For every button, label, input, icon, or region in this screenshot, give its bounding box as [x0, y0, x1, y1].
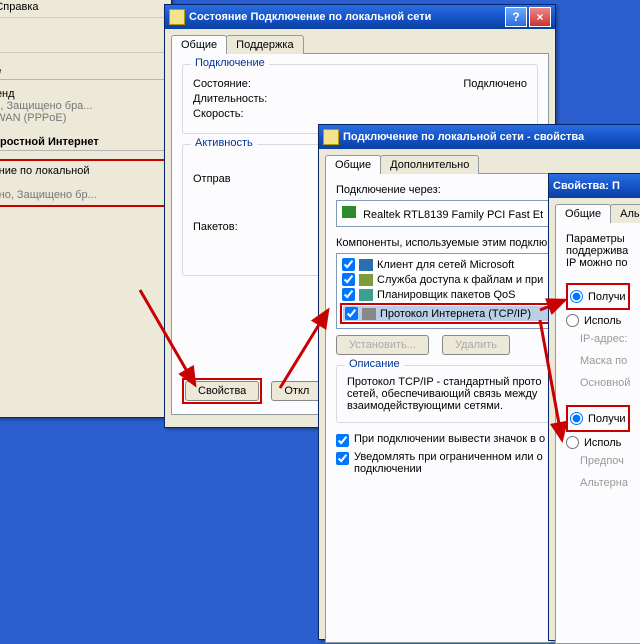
label-gateway: Основной	[580, 377, 640, 389]
checkbox[interactable]	[336, 452, 349, 465]
radio-auto-dns-highlight: Получи	[566, 405, 630, 432]
connection-item-lan[interactable]: дключение по локальной ти дключено, Защи…	[0, 165, 161, 201]
nic-icon	[342, 206, 356, 218]
component-label: Планировщик пакетов QoS	[377, 289, 516, 301]
item-device: нипорт WAN (PPPoE)	[0, 112, 165, 124]
item-status: ключено, Защищено бра...	[0, 100, 165, 112]
titlebar: Подключение по локальной сети - свойства	[319, 125, 640, 149]
radio-use-ip[interactable]: Исполь	[566, 314, 640, 327]
window-title: Подключение по локальной сети - свойства	[343, 131, 584, 143]
checkbox[interactable]	[342, 258, 355, 271]
share-icon	[359, 274, 373, 286]
menu-item-help[interactable]: Справка	[0, 1, 39, 13]
item-name-2: ти	[0, 177, 161, 189]
label-speed: Скорость:	[193, 108, 527, 120]
radio-use-dns[interactable]: Исполь	[566, 436, 640, 449]
connection-item[interactable]: байл тренд ключено, Защищено бра... нипо…	[0, 88, 165, 124]
checkbox[interactable]	[345, 307, 358, 320]
label-alt-dns: Альтерна	[580, 477, 640, 489]
tabstrip: Общие Аль	[549, 198, 640, 223]
item-name: дключение по локальной	[0, 165, 161, 177]
tab-support[interactable]: Поддержка	[226, 35, 303, 54]
radio-label: Получи	[588, 413, 626, 425]
group-label: Описание	[345, 358, 404, 370]
divider	[0, 79, 165, 80]
client-icon	[359, 259, 373, 271]
section-header: ростное	[0, 65, 165, 77]
radio[interactable]	[570, 290, 583, 303]
component-label: Клиент для сетей Microsoft	[377, 259, 514, 271]
install-button[interactable]: Установить...	[336, 335, 429, 355]
connection-item-lan-highlight: дключение по локальной ти дключено, Защи…	[0, 159, 167, 207]
label-state: Состояние:	[193, 78, 463, 90]
radio[interactable]	[570, 412, 583, 425]
group-label: Активность	[191, 137, 257, 149]
protocol-icon	[362, 308, 376, 320]
section-header-highspeed: сокоскоростной Интернет	[0, 136, 165, 148]
radio-auto-ip-highlight: Получи	[566, 283, 630, 310]
titlebar: Состояние Подключение по локальной сети …	[165, 5, 555, 29]
radio[interactable]	[566, 436, 579, 449]
titlebar: Свойства: П	[549, 174, 640, 198]
tabstrip: Общие Поддержка	[165, 29, 555, 54]
window-title: Свойства: П	[553, 180, 620, 192]
label-preferred-dns: Предпоч	[580, 455, 640, 467]
close-button[interactable]: ×	[529, 7, 551, 27]
tab-advanced[interactable]: Дополнительно	[380, 155, 479, 174]
window-icon	[323, 129, 339, 145]
item-status: дключено, Защищено бр...	[0, 189, 161, 201]
label-subnet: Маска по	[580, 355, 640, 367]
properties-button[interactable]: Свойства	[185, 381, 259, 401]
radio-label: Исполь	[584, 437, 621, 449]
value-state: Подключено	[463, 78, 527, 90]
tab-general[interactable]: Общие	[325, 155, 381, 174]
radio-label: Исполь	[584, 315, 621, 327]
component-label: Протокол Интернета (TCP/IP)	[380, 308, 531, 320]
radio-auto-dns[interactable]: Получи	[570, 412, 626, 425]
checkbox[interactable]	[342, 273, 355, 286]
qos-icon	[359, 289, 373, 301]
network-connections-window: льно Справка ростное байл тренд ключено,…	[0, 0, 172, 418]
checkbox-label: При подключении вывести значок в о	[354, 433, 545, 445]
header-text: Параметры поддержива IP можно по	[566, 233, 640, 269]
tab-general[interactable]: Общие	[555, 204, 611, 223]
tab-general[interactable]: Общие	[171, 35, 227, 54]
radio-label: Получи	[588, 291, 626, 303]
checkbox[interactable]	[342, 288, 355, 301]
item-name: байл тренд	[0, 88, 165, 100]
radio[interactable]	[566, 314, 579, 327]
component-label: Служба доступа к файлам и при	[377, 274, 543, 286]
uninstall-button[interactable]: Удалить	[442, 335, 510, 355]
window-title: Состояние Подключение по локальной сети	[189, 11, 431, 23]
radio-auto-ip[interactable]: Получи	[570, 290, 626, 303]
tab-body: Параметры поддержива IP можно по Получи …	[555, 222, 640, 644]
adapter-name: Realtek RTL8139 Family PCI Fast Et	[363, 209, 543, 221]
checkbox[interactable]	[336, 434, 349, 447]
label-duration: Длительность:	[193, 93, 527, 105]
tab-alt[interactable]: Аль	[610, 204, 640, 223]
toolbar	[0, 17, 171, 53]
tabstrip: Общие Дополнительно	[319, 149, 640, 174]
menu-bar: льно Справка	[0, 0, 171, 17]
group-label: Подключение	[191, 57, 269, 69]
properties-button-highlight: Свойства	[182, 378, 262, 404]
help-button[interactable]: ?	[505, 7, 527, 27]
disable-button[interactable]: Откл	[271, 381, 322, 401]
tcpip-properties-window: Свойства: П Общие Аль Параметры поддержи…	[548, 173, 640, 641]
label-ip-address: IP-адрес:	[580, 333, 640, 345]
divider	[0, 150, 165, 151]
checkbox-label: Уведомлять при ограниченном или о подклю…	[354, 451, 543, 475]
window-icon	[169, 9, 185, 25]
